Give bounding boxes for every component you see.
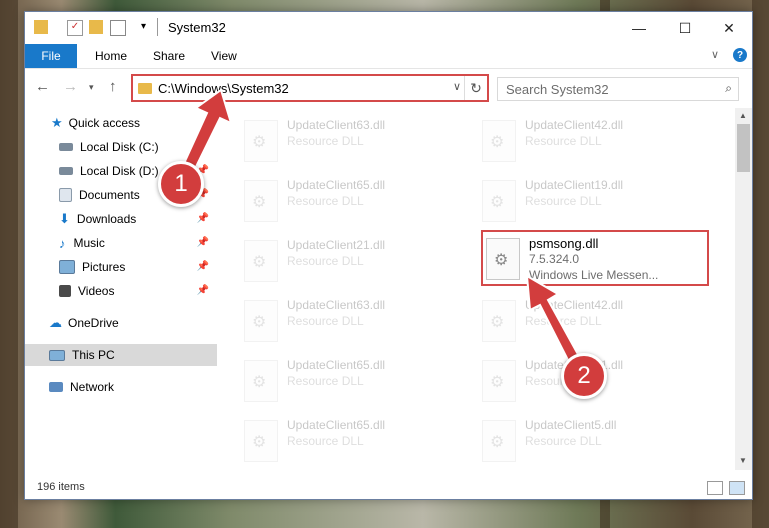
arrow-2: [525, 274, 582, 370]
annotation-arrows: [179, 88, 582, 370]
callout-2: 2: [561, 353, 607, 399]
callout-1: 1: [158, 161, 204, 207]
